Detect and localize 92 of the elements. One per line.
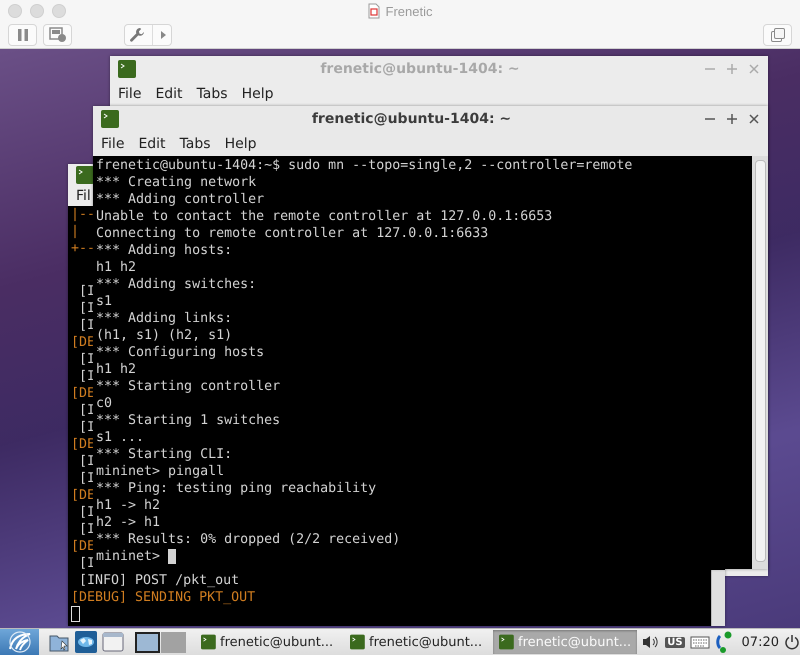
terminal-line: *** Starting CLI: (96, 446, 232, 463)
menu-item[interactable]: Edit (138, 136, 166, 152)
terminal-line: [INFO] POST /pkt_out (78, 572, 240, 589)
terminal-icon (499, 633, 514, 651)
snapshot-icon (48, 27, 66, 43)
menu-item[interactable]: Tabs (196, 86, 228, 102)
keyboard-icon[interactable] (690, 635, 710, 649)
terminal-line: s1 ... (96, 429, 144, 446)
start-button[interactable] (0, 629, 40, 655)
close-icon[interactable] (748, 113, 760, 125)
terminal-line: mininet> pingall (96, 463, 224, 480)
menu-item[interactable]: Tabs (180, 136, 211, 152)
volume-icon[interactable] (642, 634, 660, 650)
menu-item[interactable]: Fil (76, 188, 91, 204)
menu-item[interactable]: Help (242, 86, 274, 102)
maximize-icon[interactable] (726, 113, 738, 125)
workspace[interactable] (135, 632, 160, 652)
terminal-line: [DE (71, 487, 96, 504)
terminal-line: frenetic@ubuntu-1404:~$ sudo mn --topo=single,2 --controller=remote (96, 157, 632, 174)
terminal-line: [DEBUG] SENDING PKT_OUT (71, 589, 256, 606)
workspace-switcher[interactable] (135, 632, 186, 652)
terminal-line: [I (78, 283, 96, 300)
pause-button[interactable] (8, 24, 37, 46)
document-icon (368, 3, 380, 19)
terminal-line: *** Adding links: (96, 310, 232, 327)
terminal-icon (101, 110, 119, 128)
terminal-line: [I (78, 419, 96, 436)
settings-button[interactable] (124, 24, 172, 46)
terminal-line: *** Adding hosts: (96, 242, 232, 259)
terminal-title: frenetic@ubuntu-1404: ~ (319, 61, 521, 77)
terminal-line: [I (78, 504, 96, 521)
terminal-title: frenetic@ubuntu-1404: ~ (310, 111, 512, 127)
logo-icon (6, 631, 33, 653)
window-icon[interactable] (102, 631, 124, 653)
terminal-icon (76, 166, 94, 184)
terminal-line: Connecting to remote controller at 127.0.0.1:6633 (96, 225, 488, 242)
keyboard-layout[interactable]: US (665, 636, 685, 648)
terminal-line: *** Results: 0% dropped (2/2 received) (96, 531, 400, 548)
terminal-line: [DE (71, 436, 96, 453)
terminal-line: [I (78, 470, 96, 487)
terminal-line: *** Adding controller (96, 191, 264, 208)
terminal-line: *** Ping: testing ping reachability (96, 480, 376, 497)
terminal-line: *** Starting controller (96, 378, 280, 395)
terminal-line: *** Creating network (96, 174, 256, 191)
terminal-line: [DE (71, 538, 96, 555)
terminal-line: *** Configuring hosts (96, 344, 264, 361)
menu-item[interactable]: Edit (155, 86, 183, 102)
terminal-line: |-- (71, 206, 96, 223)
terminal-line: [I (78, 351, 96, 368)
scrollbar[interactable] (752, 156, 768, 569)
snapshot-button[interactable] (43, 24, 72, 46)
terminal-line: h2 -> h1 (96, 514, 160, 531)
terminal-line: c0 (96, 395, 112, 412)
clock: 07:20 (742, 634, 779, 650)
terminal-line: [I (78, 317, 96, 334)
terminal-line: [I (78, 300, 96, 317)
terminal-line: h1 -> h2 (96, 497, 160, 514)
taskbar-button[interactable]: frenetic@ubunt... (195, 630, 340, 654)
terminal-line: [I (78, 555, 96, 572)
terminal-icon (350, 633, 365, 651)
terminal-line: (h1, s1) (h2, s1) (96, 327, 232, 344)
menu-item[interactable]: Help (224, 136, 256, 152)
terminal-line: h1 h2 (96, 361, 136, 378)
terminal-line: [I (78, 402, 96, 419)
terminal-line: +-- (71, 240, 96, 257)
terminal-line: | (71, 223, 80, 240)
terminal-line: *** Adding switches: (96, 276, 256, 293)
terminal-icon (118, 60, 136, 78)
window-title: Frenetic (386, 4, 432, 18)
wrench-icon (128, 27, 145, 43)
terminal-line: [I (78, 368, 96, 385)
network-icon[interactable] (714, 631, 733, 653)
menu-item[interactable]: File (101, 136, 124, 152)
windows-icon (770, 27, 786, 43)
terminal-line: h1 h2 (96, 259, 136, 276)
terminal-prompt: mininet> (96, 548, 160, 565)
terminal-line: s1 (96, 293, 112, 310)
terminal-line: [I (78, 453, 96, 470)
taskbar-button[interactable]: frenetic@ubunt... (344, 630, 488, 654)
menu-item[interactable]: File (118, 86, 142, 102)
terminal-line: [DE (71, 334, 96, 351)
power-icon[interactable] (784, 634, 800, 650)
terminal-line: Unable to contact the remote controller at 127.0.0.1:6653 (96, 208, 552, 225)
terminal-line: [DE (71, 385, 96, 402)
scrollbar[interactable] (711, 570, 725, 626)
terminal-line: [I (78, 521, 96, 538)
globe-icon[interactable] (75, 631, 98, 653)
terminal-line: *** Starting 1 switches (96, 412, 280, 429)
caret-icon (160, 30, 168, 40)
pause-icon (16, 28, 28, 42)
window-mode-button[interactable] (763, 24, 792, 46)
terminal-icon (201, 633, 216, 651)
